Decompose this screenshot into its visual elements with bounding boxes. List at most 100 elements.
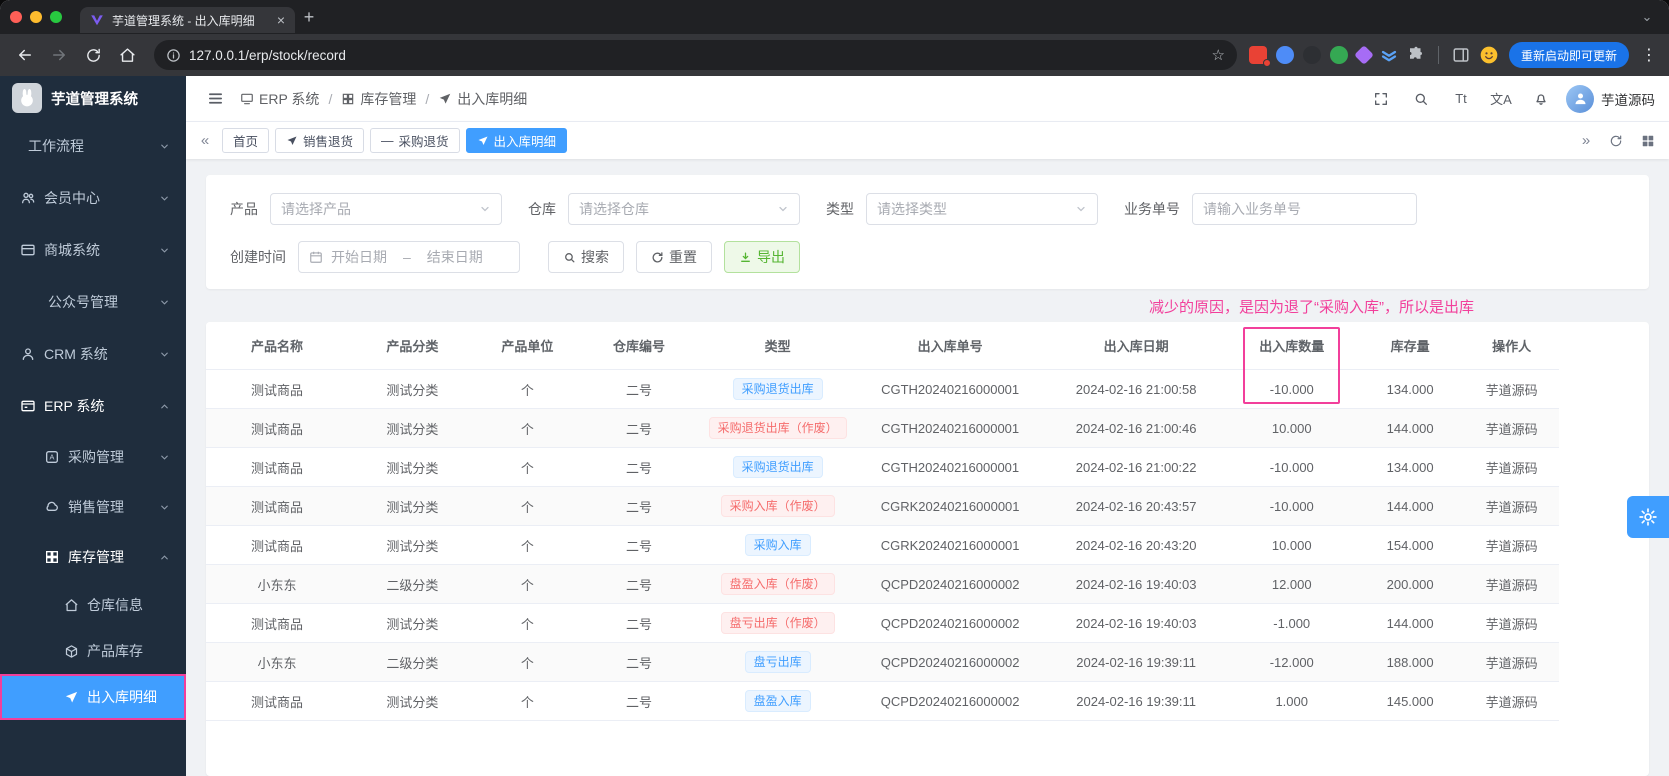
warehouse-icon: [65, 598, 78, 611]
page-tab-home[interactable]: 首页: [222, 128, 270, 153]
extension-icon[interactable]: [1248, 46, 1271, 67]
translate-icon[interactable]: 文A: [1486, 84, 1516, 114]
browser-update-button[interactable]: 重新启动即可更新: [1508, 42, 1629, 68]
zoom-window-button[interactable]: [50, 11, 62, 23]
page-tab-sales-return[interactable]: 销售退货: [275, 128, 365, 153]
box-icon: [65, 644, 78, 658]
cell-operator: 芋道源码: [1464, 565, 1559, 604]
breadcrumb-item-erp[interactable]: ERP 系统: [240, 89, 319, 109]
close-window-button[interactable]: [10, 11, 22, 23]
page-tab-stock-record[interactable]: 出入库明细: [465, 128, 568, 153]
notification-bell-icon[interactable]: [1526, 84, 1556, 114]
collapse-sidebar-icon[interactable]: [200, 84, 230, 114]
tab-search-button[interactable]: ⌄: [1635, 5, 1659, 29]
type-tag: 盘亏出库（作废）: [720, 612, 835, 634]
site-info-icon[interactable]: [166, 48, 181, 63]
sidebar-item-crm[interactable]: CRM 系统: [0, 328, 186, 380]
cell-type: 采购入库: [699, 526, 856, 565]
bizno-label: 业务单号: [1124, 201, 1180, 217]
sidebar-item-warehouse-info[interactable]: 仓库信息: [0, 582, 186, 628]
inventory-icon: [46, 551, 58, 563]
home-button[interactable]: [112, 40, 142, 70]
extension-icon[interactable]: [1354, 45, 1374, 65]
tab-title: 芋道管理系统 - 出入库明细: [112, 13, 255, 28]
sidebar-item-members[interactable]: 会员中心: [0, 172, 186, 224]
sidebar-item-sales[interactable]: 销售管理: [0, 482, 186, 532]
page-tab-purchase-return[interactable]: — 采购退货: [370, 128, 460, 153]
table-row[interactable]: 测试商品 测试分类个二号 盘亏出库（作废） QCPD20240216000002 202…: [206, 604, 1559, 643]
extension-icon[interactable]: [1380, 46, 1398, 64]
table-row[interactable]: 测试商品 测试分类个二号 采购入库 CGRK20240216000001 2024-02…: [206, 526, 1559, 565]
url-text[interactable]: 127.0.0.1/erp/stock/record: [189, 48, 1204, 63]
back-button[interactable]: [10, 40, 40, 70]
layout-grid-icon[interactable]: [1635, 128, 1661, 154]
breadcrumb-item-inventory[interactable]: 库存管理: [341, 89, 416, 109]
table-row[interactable]: 测试商品 测试分类个二号 采购退货出库 CGTH20240216000001 2024-…: [206, 448, 1559, 487]
type-select[interactable]: 请选择类型: [866, 193, 1098, 225]
bizno-input[interactable]: 请输入业务单号: [1192, 193, 1417, 225]
close-tab-icon[interactable]: ×: [277, 12, 285, 28]
font-size-icon[interactable]: Tt: [1446, 84, 1476, 114]
extension-icon[interactable]: [1329, 46, 1348, 64]
date-separator: –: [403, 249, 411, 265]
cell-type: 盘盈入库: [699, 682, 856, 721]
table-row[interactable]: 小东东 二级分类个二号 盘亏出库 QCPD20240216000002 2024-02-…: [206, 643, 1559, 682]
sidebar-item-erp[interactable]: ERP 系统: [0, 380, 186, 432]
bookmark-star-icon[interactable]: ☆: [1212, 46, 1225, 64]
table-row[interactable]: 测试商品 测试分类个二号 盘盈入库 QCPD20240216000002 2024-02…: [206, 682, 1559, 721]
profile-avatar-icon[interactable]: [1479, 45, 1499, 65]
sidebar-item-purchase[interactable]: A 采购管理: [0, 432, 186, 482]
side-panel-icon[interactable]: [1452, 46, 1470, 64]
warehouse-select[interactable]: 请选择仓库: [568, 193, 800, 225]
user-menu[interactable]: 芋道源码: [1566, 84, 1655, 113]
extension-icon[interactable]: [1302, 46, 1321, 64]
extension-icon[interactable]: [1275, 46, 1294, 64]
sidebar-item-inventory[interactable]: 库存管理: [0, 532, 186, 582]
type-tag: 盘盈入库（作废）: [720, 573, 835, 595]
cell-warehouse: 二号: [578, 448, 700, 487]
cell-stock: 188.000: [1356, 643, 1465, 682]
sidebar-item-workflow[interactable]: 工作流程: [0, 120, 186, 172]
new-tab-button[interactable]: +: [295, 7, 323, 28]
table-row[interactable]: 测试商品 测试分类个二号 采购退货出库 CGTH20240216000001 2024-…: [206, 370, 1559, 409]
cell-date: 2024-02-16 21:00:58: [1044, 370, 1228, 409]
address-bar[interactable]: 127.0.0.1/erp/stock/record ☆: [154, 40, 1237, 70]
sidebar-item-mall[interactable]: 商城系统: [0, 224, 186, 276]
search-button[interactable]: 搜索: [548, 241, 624, 273]
extensions-puzzle-icon[interactable]: [1407, 46, 1425, 64]
table-row[interactable]: 测试商品 测试分类个二号 采购入库（作废） CGRK20240216000001 202…: [206, 487, 1559, 526]
export-button[interactable]: 导出: [724, 241, 800, 273]
search-icon[interactable]: [1406, 84, 1436, 114]
fullscreen-icon[interactable]: [1366, 84, 1396, 114]
app-logo[interactable]: 芋道管理系统: [0, 76, 186, 120]
cell-stock: 200.000: [1356, 565, 1465, 604]
browser-tab[interactable]: 芋道管理系统 - 出入库明细 ×: [80, 7, 295, 33]
cell-date: 2024-02-16 19:39:11: [1044, 643, 1228, 682]
type-tag: 采购退货出库: [732, 456, 823, 478]
purchase-icon: A: [46, 451, 58, 463]
cell-unit: 个: [476, 370, 579, 409]
forward-button[interactable]: [44, 40, 74, 70]
tabs-scroll-left-icon[interactable]: «: [194, 132, 216, 149]
cell-unit: 个: [476, 448, 579, 487]
browser-toolbar: 127.0.0.1/erp/stock/record ☆ 重新启动即可更新 ⋮: [0, 34, 1669, 76]
sidebar-item-stock-record[interactable]: 出入库明细: [0, 674, 186, 720]
sidebar: 芋道管理系统 工作流程 会员中心 商城系统 公众号管理 CRM 系统 ERP 系…: [0, 76, 186, 776]
date-range-picker[interactable]: 开始日期 – 结束日期: [298, 241, 520, 273]
cell-warehouse: 二号: [578, 565, 700, 604]
cell-quantity: -10.000: [1227, 487, 1356, 526]
table-row[interactable]: 测试商品 测试分类个二号 采购退货出库（作废） CGTH20240216000001 2…: [206, 409, 1559, 448]
settings-gear-button[interactable]: [1627, 496, 1669, 538]
product-select[interactable]: 请选择产品: [270, 193, 502, 225]
reload-button[interactable]: [78, 40, 108, 70]
minimize-window-button[interactable]: [30, 11, 42, 23]
sidebar-item-product-stock[interactable]: 产品库存: [0, 628, 186, 674]
tabs-scroll-right-icon[interactable]: »: [1575, 132, 1597, 149]
refresh-tab-icon[interactable]: [1603, 128, 1629, 154]
reset-button[interactable]: 重置: [636, 241, 712, 273]
browser-menu-icon[interactable]: ⋮: [1639, 45, 1659, 65]
cell-date: 2024-02-16 19:40:03: [1044, 565, 1228, 604]
table-row[interactable]: 小东东 二级分类个二号 盘盈入库（作废） QCPD20240216000002 2024…: [206, 565, 1559, 604]
sidebar-item-wechat[interactable]: 公众号管理: [0, 276, 186, 328]
cell-operator: 芋道源码: [1464, 643, 1559, 682]
